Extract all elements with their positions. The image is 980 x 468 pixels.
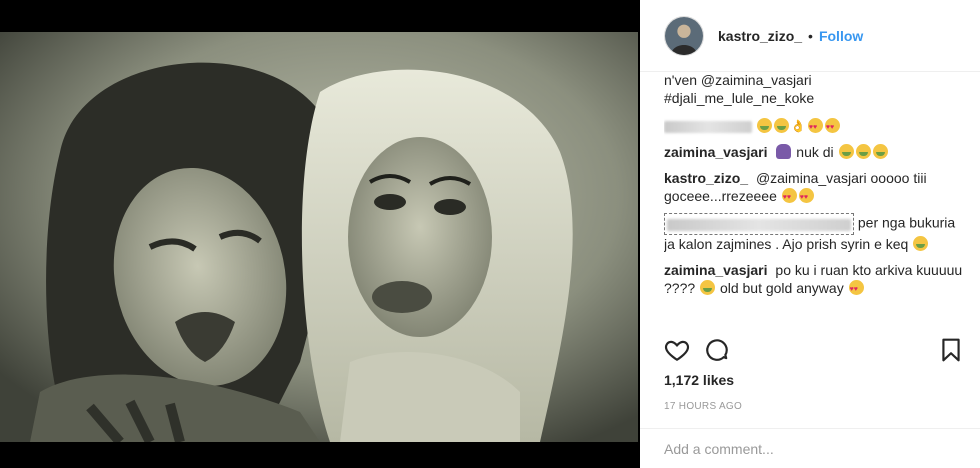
grin-emoji-icon	[838, 144, 854, 159]
comment-bubble-icon[interactable]	[704, 337, 730, 363]
heart-eyes-emoji-icon	[824, 118, 840, 137]
comment-text-line: per nga	[857, 214, 906, 231]
person-emoji-icon	[776, 144, 792, 159]
post-timestamp: 17 HOURS AGO	[664, 401, 743, 412]
photo-illustration	[0, 32, 638, 442]
comment: per nga bukuria ja kalon zajmines . Ajo …	[664, 213, 964, 253]
post-photo[interactable]	[0, 32, 638, 442]
post-side-panel: kastro_zizo_ • Follow n'ven @zaimina_vas…	[640, 0, 980, 468]
comment: zaimina_vasjari nuk di	[664, 143, 964, 161]
ok-hand-emoji-icon	[791, 117, 806, 135]
grin-emoji-icon	[855, 144, 871, 159]
grin-emoji-icon	[756, 118, 772, 133]
caption-hashtag[interactable]: #djali_me_lule_ne_koke	[664, 89, 964, 107]
action-bar	[664, 336, 964, 364]
heart-icon[interactable]	[664, 337, 690, 363]
caption: n'ven @zaimina_vasjari #djali_me_lule_ne…	[664, 72, 964, 107]
blurred-username-box	[664, 213, 854, 235]
user-avatar-icon	[665, 16, 703, 55]
comment: zaimina_vasjari po ku i ruan kto arkiva …	[664, 261, 964, 299]
follow-button[interactable]: Follow	[819, 28, 863, 44]
likes-count[interactable]: 1,172 likes	[664, 372, 734, 388]
header-separator: •	[808, 27, 813, 44]
grin-emoji-icon	[773, 118, 789, 133]
comments-list[interactable]: n'ven @zaimina_vasjari #djali_me_lule_ne…	[664, 72, 964, 326]
comment-text-line: old but gold anyway	[719, 280, 844, 296]
caption-line: n'ven @zaimina_vasjari	[664, 72, 812, 88]
grin-emoji-icon	[872, 144, 888, 159]
comment-text-line: keq	[885, 236, 909, 252]
heart-eyes-emoji-icon	[848, 280, 864, 299]
avatar[interactable]	[664, 15, 704, 56]
comment-blurred-user	[664, 117, 964, 137]
heart-eyes-emoji-icon	[798, 188, 814, 207]
comment: kastro_zizo_ @zaimina_vasjari ooooo tiii…	[664, 169, 964, 207]
blurred-username	[664, 121, 752, 134]
post-header: kastro_zizo_ • Follow	[640, 0, 980, 72]
header-username[interactable]: kastro_zizo_	[718, 28, 802, 44]
comment-username[interactable]: zaimina_vasjari	[664, 262, 768, 278]
add-comment-input[interactable]	[664, 440, 944, 457]
comment-username[interactable]: kastro_zizo_	[664, 170, 748, 186]
bookmark-icon[interactable]	[938, 337, 964, 363]
comment-text-line: po ku i ruan kto arkiva	[775, 262, 913, 278]
heart-eyes-emoji-icon	[781, 188, 797, 207]
comment-username[interactable]: zaimina_vasjari	[664, 144, 768, 160]
grin-emoji-icon	[700, 280, 716, 295]
add-comment-bar	[640, 428, 980, 468]
comment-text: nuk di	[796, 144, 834, 160]
post-photo-area	[0, 0, 640, 468]
grin-emoji-icon	[913, 236, 929, 251]
heart-eyes-emoji-icon	[807, 118, 823, 137]
